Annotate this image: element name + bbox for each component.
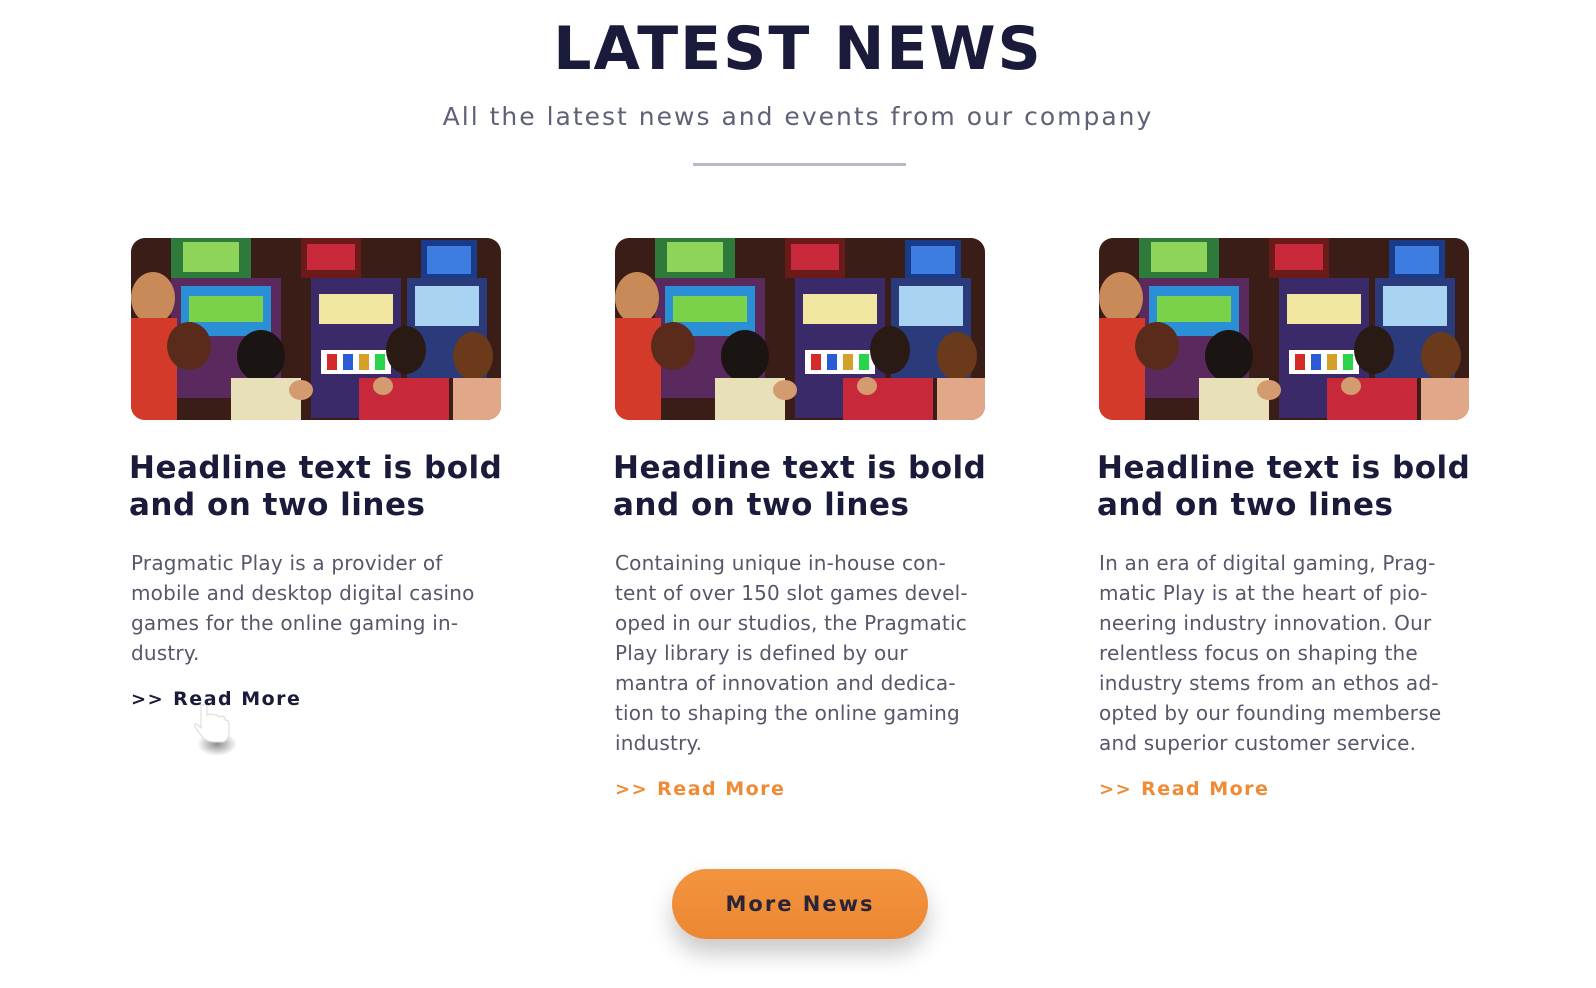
double-chevron-right-icon: >>: [1099, 779, 1133, 800]
more-news-button[interactable]: More News: [672, 869, 928, 939]
read-more-label: Read More: [657, 778, 786, 800]
read-more-link[interactable]: >> Read More: [1099, 778, 1269, 800]
news-card-image[interactable]: [131, 238, 501, 420]
news-card: Headline text is bold and on two lines P…: [129, 238, 503, 710]
news-card-body: Containing unique in-house con- tent of …: [615, 551, 968, 755]
hand-pointer-icon: [194, 704, 237, 756]
title-divider: [693, 163, 906, 166]
news-card-body: In an era of digital gaming, Prag- matic…: [1099, 551, 1442, 755]
news-card: Headline text is bold and on two lines I…: [1097, 238, 1471, 800]
read-more-link[interactable]: >> Read More: [615, 778, 785, 800]
news-card-headline[interactable]: Headline text is bold and on two lines: [613, 450, 987, 524]
section-subtitle: All the latest news and events from our …: [442, 102, 1154, 131]
news-card-headline[interactable]: Headline text is bold and on two lines: [1097, 450, 1471, 524]
news-card-image[interactable]: [615, 238, 985, 420]
double-chevron-right-icon: >>: [131, 689, 165, 710]
double-chevron-right-icon: >>: [615, 779, 649, 800]
section-title: LATEST NEWS: [553, 14, 1043, 84]
latest-news-section: LATEST NEWS All the latest news and even…: [0, 0, 1596, 988]
news-card-image[interactable]: [1099, 238, 1469, 420]
news-card-body: Pragmatic Play is a provider of mobile a…: [131, 551, 475, 665]
read-more-label: Read More: [1141, 778, 1270, 800]
news-card: Headline text is bold and on two lines C…: [613, 238, 987, 800]
news-card-headline[interactable]: Headline text is bold and on two lines: [129, 450, 503, 524]
